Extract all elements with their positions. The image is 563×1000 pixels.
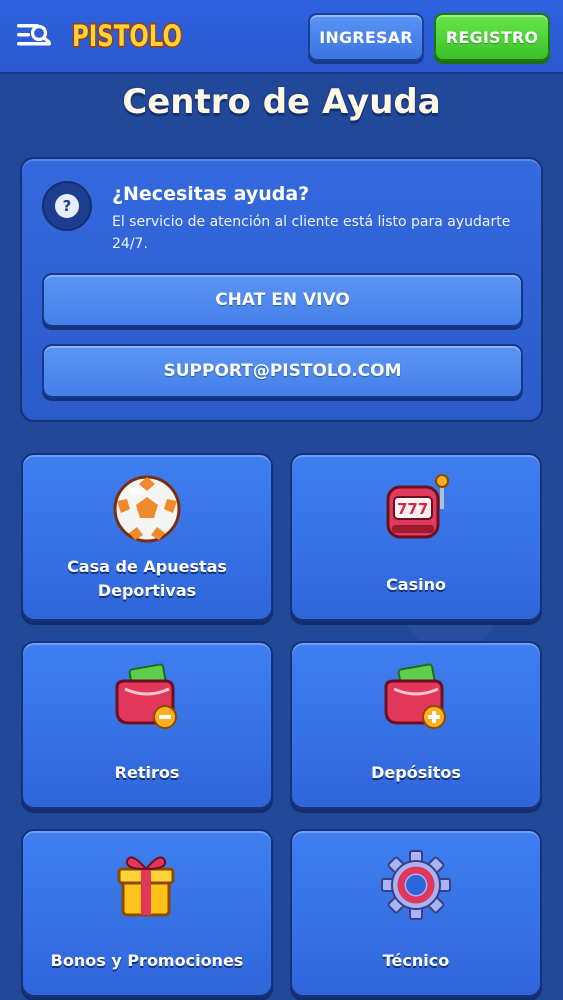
soccer-ball-icon [113,475,181,543]
page-title: Centro de Ayuda [122,82,441,122]
gear-icon [381,850,451,920]
pistolo-logo[interactable]: PISTOLO [70,14,186,58]
support-email-button[interactable]: SUPPORT@PISTOLO.COM [42,344,523,398]
category-sports-betting[interactable]: Casa de Apuestas Deportivas [21,453,273,621]
help-description: El servicio de atención al cliente está … [112,214,511,252]
category-withdrawals[interactable]: Retiros [21,641,273,809]
question-icon: ? [42,181,92,231]
help-title: ¿Necesitas ayuda? [112,183,310,205]
category-label: Retiros [114,763,180,782]
gift-box-icon [117,856,175,917]
svg-text:PISTOLO: PISTOLO [72,19,182,53]
wallet-plus-icon [384,663,446,729]
category-label: Casa de Apuestas Deportivas [67,557,227,600]
register-button[interactable]: REGISTRO [434,13,550,61]
help-card: ? ¿Necesitas ayuda? El servicio de atenc… [20,157,543,422]
top-header: PISTOLO INGRESAR REGISTRO [0,0,563,74]
wallet-minus-icon [115,663,177,729]
category-bonuses[interactable]: Bonos y Promociones [21,829,273,997]
svg-text:777: 777 [397,500,428,518]
category-label: Casino [386,575,446,594]
category-technical[interactable]: Técnico [290,829,542,997]
menu-search-icon[interactable] [15,19,53,51]
category-label: Bonos y Promociones [50,951,244,970]
login-button[interactable]: INGRESAR [308,13,424,61]
category-label: Técnico [382,951,450,970]
slot-machine-icon: 777 [386,474,449,539]
category-label: Depósitos [371,763,461,782]
category-casino[interactable]: 777 Casino [290,453,542,621]
category-deposits[interactable]: Depósitos [290,641,542,809]
live-chat-button[interactable]: CHAT EN VIVO [42,273,523,327]
